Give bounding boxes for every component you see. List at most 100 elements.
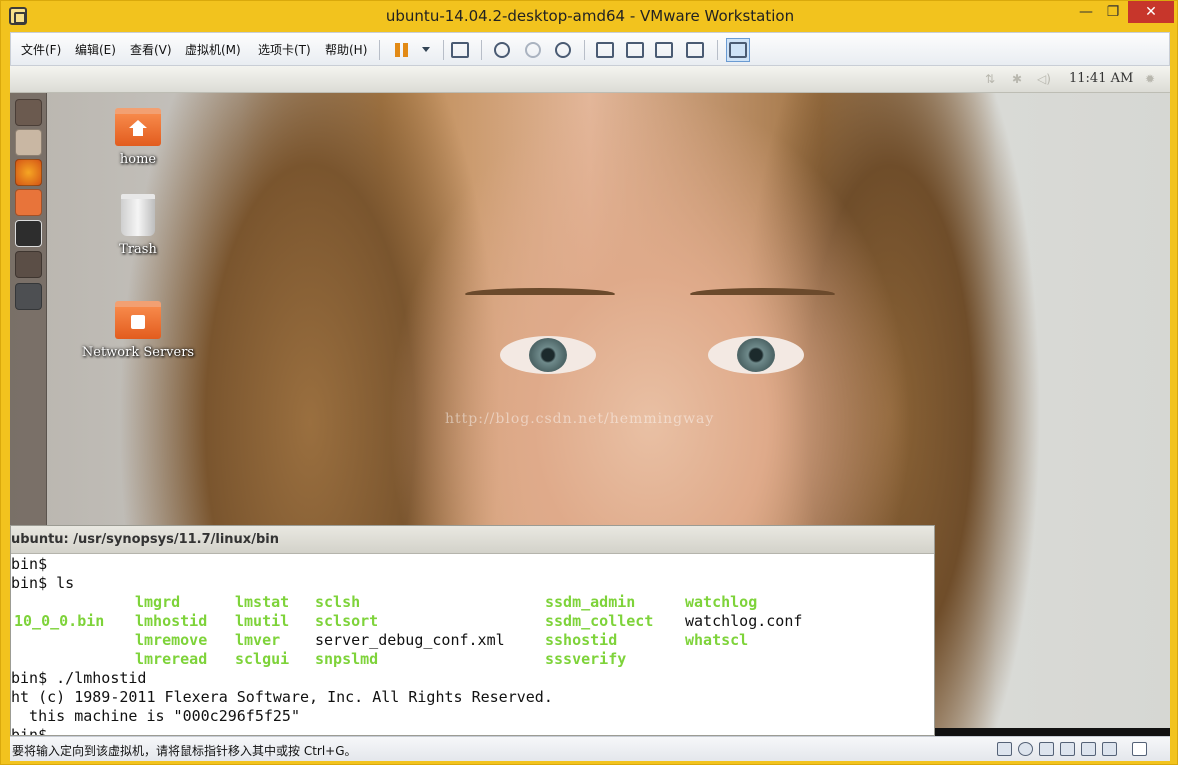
usb-icon[interactable] (1060, 742, 1075, 756)
unity-icon[interactable] (686, 42, 704, 58)
vm-screen-edge (935, 728, 1170, 736)
close-button[interactable]: ✕ (1128, 1, 1174, 23)
terminal-line: bin$ (11, 726, 48, 736)
network-adapter-icon[interactable] (1039, 742, 1054, 756)
desktop-icon-label: Network Servers (81, 345, 195, 360)
ls-entry: lmutil (235, 612, 290, 630)
blog-watermark: http://blog.csdn.net/hemmingway (445, 411, 715, 427)
home-folder-icon (115, 108, 161, 146)
hdd-icon[interactable] (997, 742, 1012, 756)
cd-icon[interactable] (1018, 742, 1033, 756)
printer-icon[interactable] (1081, 742, 1096, 756)
console-icon[interactable] (626, 42, 644, 58)
menu-file[interactable]: 文件(F) (21, 41, 61, 58)
revert-snapshot-icon (525, 42, 541, 58)
ls-entry: server_debug_conf.xml (315, 631, 505, 649)
menu-vm[interactable]: 虚拟机(M) (185, 41, 241, 58)
home-icon (129, 120, 147, 136)
vm-display[interactable]: ⇅ ✱ ◁) 11:41 AM ✹ http://blog.csdn.net/h… (10, 66, 1170, 736)
message-icon[interactable] (1132, 742, 1147, 756)
maximize-button[interactable]: ❐ (1100, 1, 1126, 23)
ls-entry: whatscl (685, 631, 749, 649)
trash-icon (121, 194, 155, 236)
sidebar-icon[interactable] (596, 42, 614, 58)
terminal-line: this machine is "000c296f5f25" (11, 707, 300, 725)
desktop-icon-home[interactable]: home (106, 108, 170, 167)
terminal-title-bar[interactable]: ubuntu: /usr/synopsys/11.7/linux/bin (11, 526, 934, 554)
terminal-window[interactable]: ubuntu: /usr/synopsys/11.7/linux/bin bin… (10, 525, 935, 736)
ls-entry: sshostid (545, 631, 618, 649)
thumbnail-view-button[interactable] (726, 38, 750, 62)
terminal-output[interactable]: bin$ bin$ ls 10_0_0.bin lmgrd lmhostid l… (11, 554, 934, 736)
status-bar: 要将输入定向到该虚拟机，请将鼠标指针移入其中或按 Ctrl+G。 (10, 736, 1170, 761)
thumbnail-view-icon (729, 42, 747, 58)
ls-entry: sclgui (235, 650, 290, 668)
terminal-line: bin$ (11, 555, 48, 573)
desktop-icon-network-servers[interactable]: Network Servers (80, 301, 196, 360)
ls-entry: 10_0_0.bin (14, 612, 105, 630)
vmware-window: ubuntu-14.04.2-desktop-amd64 - VMware Wo… (0, 0, 1178, 765)
ls-entry: lmreread (135, 650, 208, 668)
snapshot-manager-icon[interactable] (555, 42, 571, 58)
ls-entry: lmremove (135, 631, 208, 649)
snapshot-icon[interactable] (494, 42, 510, 58)
status-message: 要将输入定向到该虚拟机，请将鼠标指针移入其中或按 Ctrl+G。 (12, 744, 357, 758)
fullscreen-icon[interactable] (655, 42, 673, 58)
save-icon[interactable] (15, 283, 42, 310)
software-center-icon[interactable] (15, 189, 42, 216)
network-icon (131, 315, 145, 329)
menu-tabs[interactable]: 选项卡(T) (258, 41, 311, 58)
panel-clock[interactable]: 11:41 AM (1069, 71, 1133, 86)
terminal-line: bin$ ls (11, 574, 75, 592)
ls-entry: lmgrd (135, 593, 181, 611)
bluetooth-icon[interactable]: ✱ (1012, 72, 1026, 86)
ls-entry: ssdm_collect (545, 612, 654, 630)
desktop-icon-trash[interactable]: Trash (106, 194, 170, 257)
toolbar-separator (379, 40, 380, 60)
dropdown-icon[interactable] (422, 47, 430, 52)
minimize-button[interactable]: — (1073, 1, 1099, 23)
network-folder-icon (115, 301, 161, 339)
sound-icon[interactable] (1102, 742, 1117, 756)
ls-entry: sssverify (545, 650, 627, 668)
terminal-line: bin$ ./lmhostid (11, 669, 147, 687)
toolbar-separator (443, 40, 444, 60)
wallpaper-detail (708, 336, 804, 374)
ubuntu-top-panel: ⇅ ✱ ◁) 11:41 AM ✹ (10, 66, 1170, 93)
menu-toolbar: 文件(F) 编辑(E) 查看(V) 虚拟机(M) 选项卡(T) 帮助(H) (10, 32, 1170, 66)
window-title: ubuntu-14.04.2-desktop-amd64 - VMware Wo… (385, 7, 795, 25)
send-keys-icon[interactable] (451, 42, 469, 58)
terminal-icon[interactable] (15, 220, 42, 247)
volume-icon[interactable]: ◁) (1037, 72, 1051, 86)
toolbar-separator (717, 40, 718, 60)
desktop-icon-label: home (119, 152, 157, 167)
dash-icon[interactable] (15, 99, 42, 126)
ls-entry: watchlog (685, 593, 758, 611)
ls-entry: lmhostid (135, 612, 208, 630)
toolbar-separator (584, 40, 585, 60)
ls-entry: lmstat (235, 593, 290, 611)
terminal-line: ht (c) 1989-2011 Flexera Software, Inc. … (11, 688, 553, 706)
ls-entry: snpslmd (315, 650, 379, 668)
title-bar: ubuntu-14.04.2-desktop-amd64 - VMware Wo… (1, 1, 1178, 32)
pause-icon[interactable] (392, 40, 412, 60)
menu-edit[interactable]: 编辑(E) (75, 41, 116, 58)
gear-icon[interactable]: ✹ (1145, 72, 1159, 86)
menu-view[interactable]: 查看(V) (130, 41, 172, 58)
ls-entry: lmver (235, 631, 281, 649)
terminal-title: ubuntu: /usr/synopsys/11.7/linux/bin (11, 532, 279, 547)
ls-entry: watchlog.conf (685, 612, 803, 630)
workspace-icon[interactable] (15, 251, 42, 278)
files-icon[interactable] (15, 129, 42, 156)
ls-entry: sclsort (315, 612, 379, 630)
wallpaper-detail (465, 288, 615, 300)
wallpaper-detail (500, 336, 596, 374)
network-icon[interactable]: ⇅ (985, 72, 999, 86)
toolbar-separator (481, 40, 482, 60)
desktop-icon-label: Trash (119, 242, 157, 257)
wallpaper-detail (690, 288, 835, 300)
ls-entry: sclsh (315, 593, 361, 611)
ls-entry: ssdm_admin (545, 593, 636, 611)
firefox-icon[interactable] (15, 159, 42, 186)
menu-help[interactable]: 帮助(H) (325, 41, 367, 58)
